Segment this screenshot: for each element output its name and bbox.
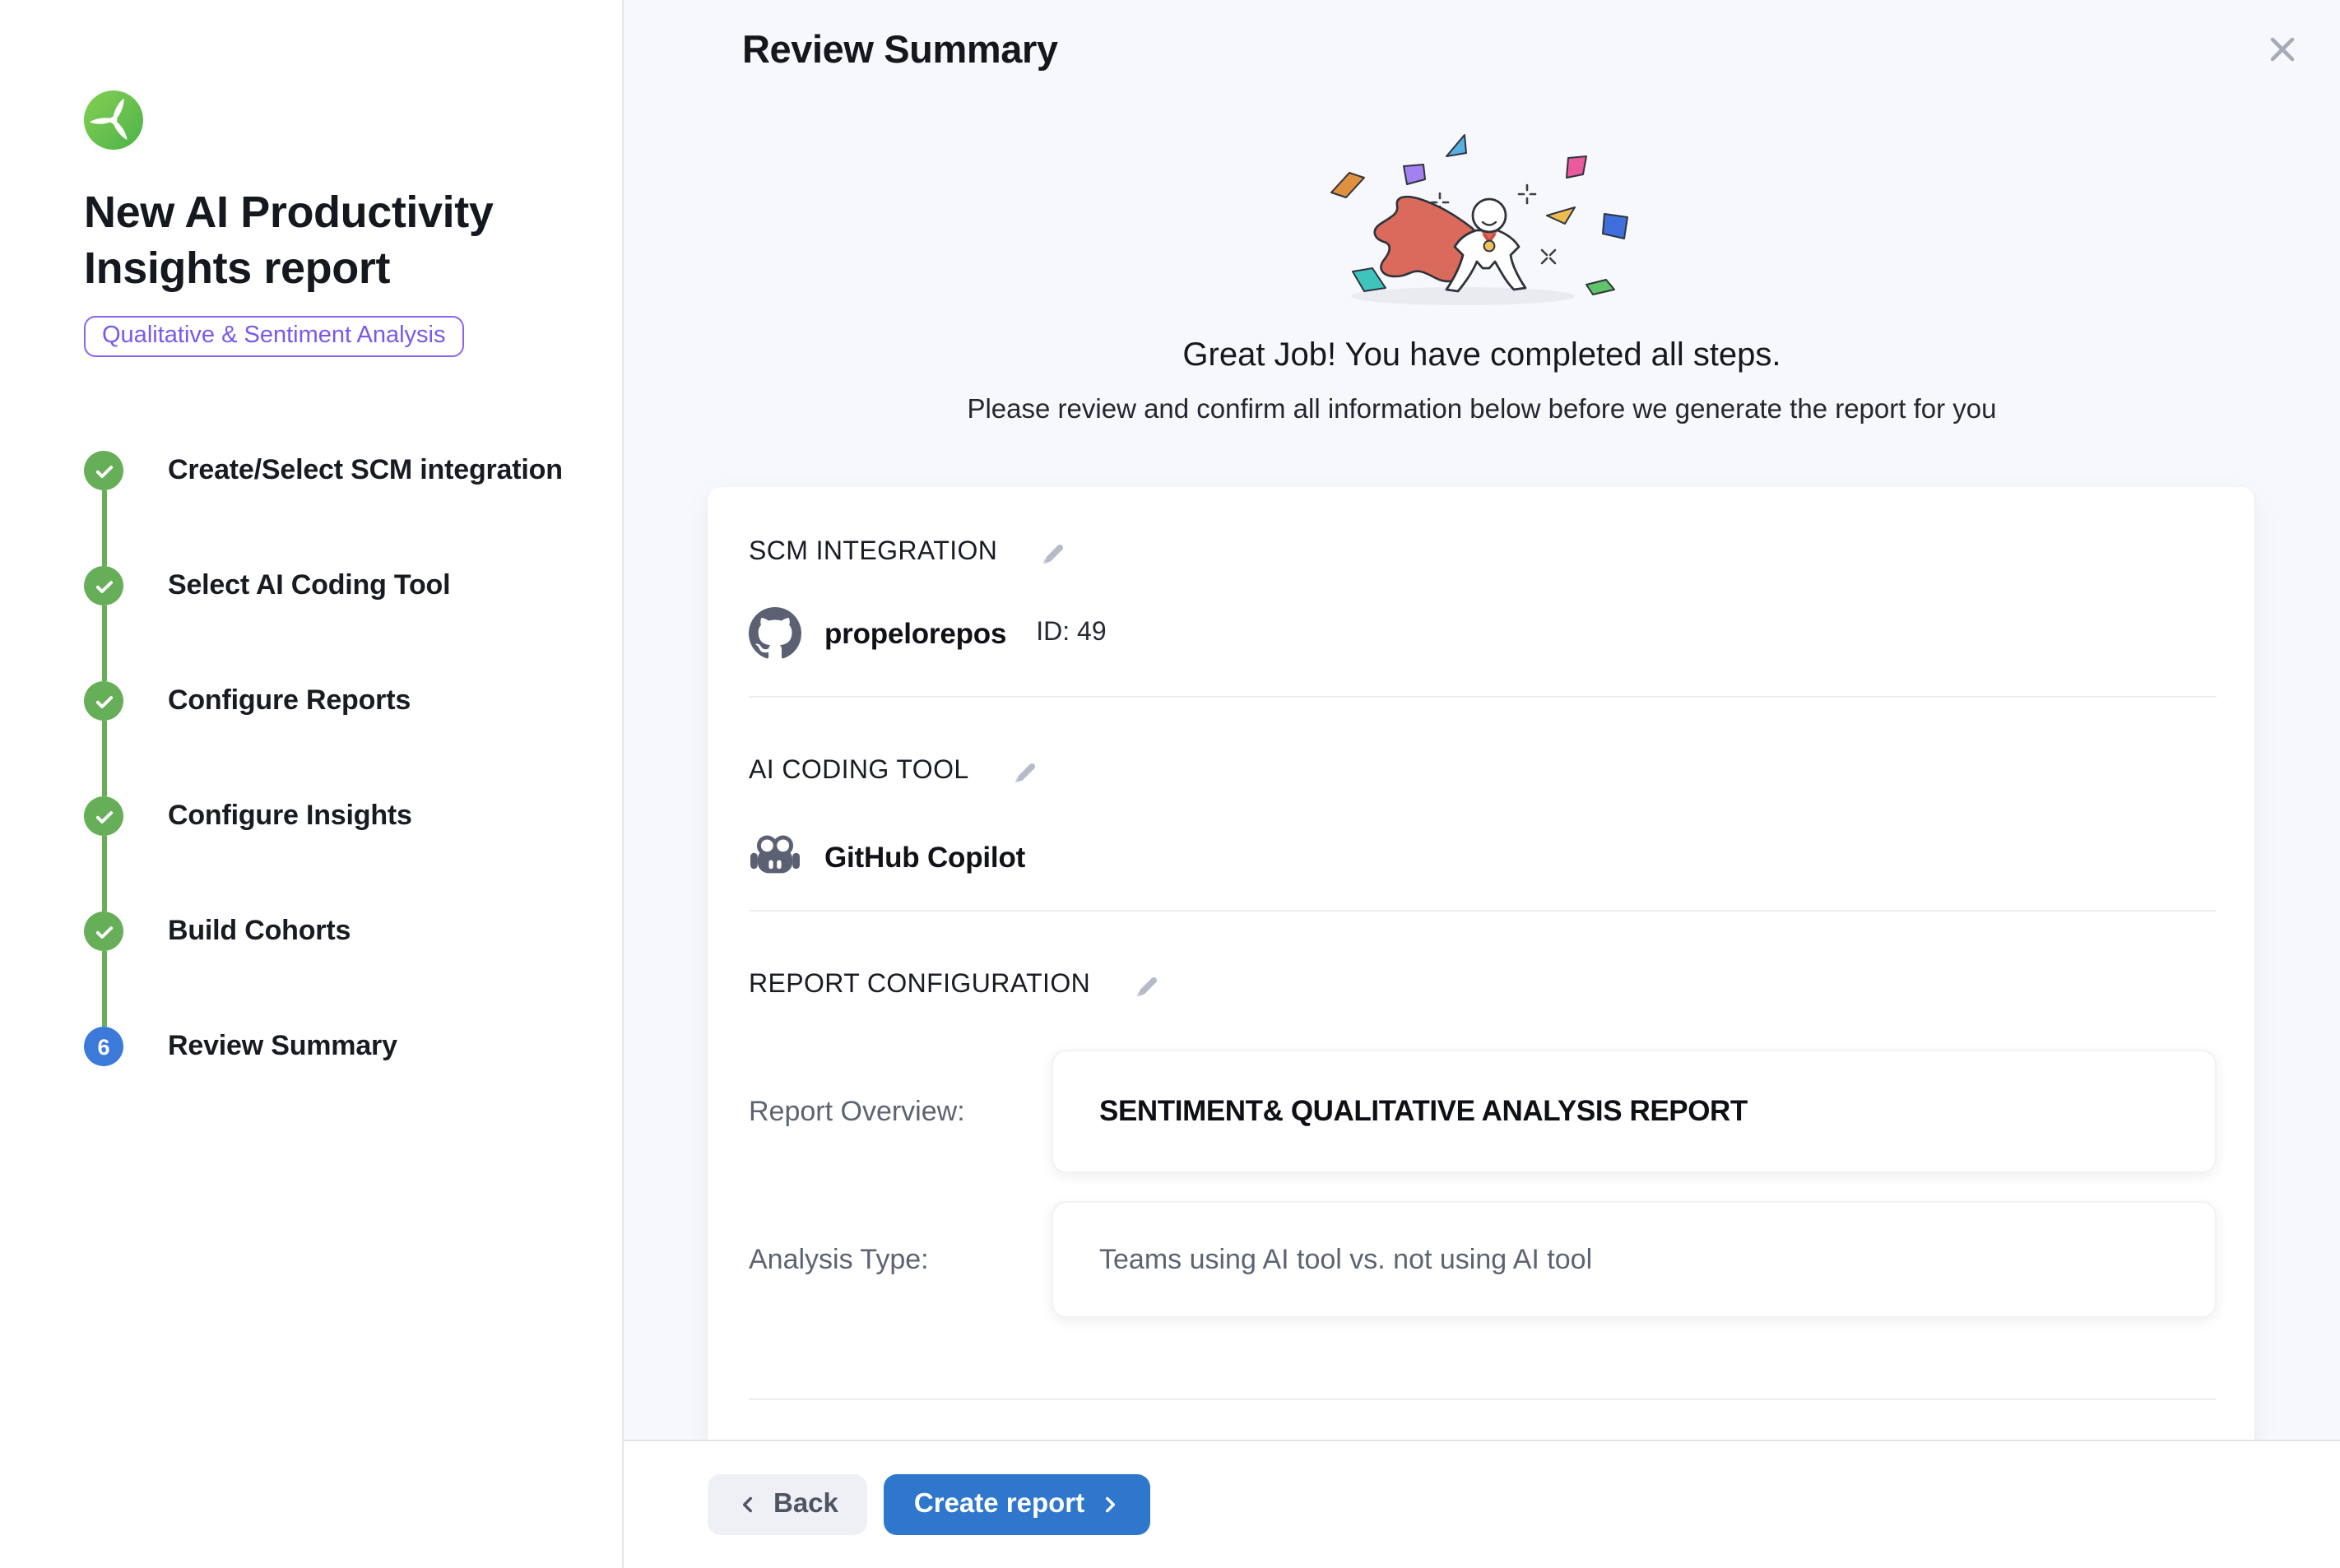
step-complete-check-icon [84, 451, 123, 490]
step-label: Build Cohorts [168, 915, 351, 948]
github-icon [749, 607, 801, 660]
create-report-button[interactable]: Create report [884, 1474, 1150, 1535]
chevron-left-icon [737, 1494, 759, 1515]
report-overview-value: SENTIMENT& QUALITATIVE ANALYSIS REPORT [1099, 1094, 1748, 1129]
analysis-type-badge: Qualitative & Sentiment Analysis [84, 316, 464, 357]
step-label: Review Summary [168, 1030, 397, 1063]
congrats-subtitle: Please review and confirm all informatio… [624, 395, 2340, 426]
scm-repo-name: propelorepos [824, 616, 1006, 651]
step-configure-insights[interactable]: Configure Insights [84, 796, 589, 836]
report-configuration-rows: Report Overview: SENTIMENT& QUALITATIVE … [749, 1050, 2217, 1318]
wizard-sidebar: New AI Productivity Insights report Qual… [0, 0, 624, 1568]
step-label: Configure Reports [168, 684, 411, 717]
wizard-steps: Create/Select SCM integration Select AI … [84, 451, 589, 1066]
step-complete-check-icon [84, 566, 123, 605]
section-divider [749, 910, 2217, 912]
step-number-badge: 6 [84, 1027, 123, 1066]
scm-repo-id: ID: 49 [1036, 619, 1106, 648]
ai-tool-value-row: GitHub Copilot [749, 833, 2217, 882]
report-wizard-window: New AI Productivity Insights report Qual… [0, 0, 2340, 1568]
close-icon[interactable] [2264, 31, 2301, 67]
celebration-hero-illustration [1317, 130, 1646, 314]
analysis-type-value-box: Teams using AI tool vs. not using AI too… [1052, 1201, 2217, 1318]
step-label: Select AI Coding Tool [168, 569, 450, 602]
report-overview-value-box: SENTIMENT& QUALITATIVE ANALYSIS REPORT [1052, 1050, 2217, 1173]
scm-integration-section-label: SCM INTEGRATION [749, 538, 997, 568]
brand-propeller-logo-icon [84, 90, 143, 150]
section-divider [749, 696, 2217, 698]
step-label: Configure Insights [168, 800, 412, 833]
report-overview-row: Report Overview: SENTIMENT& QUALITATIVE … [749, 1050, 2217, 1173]
step-build-cohorts[interactable]: Build Cohorts [84, 912, 589, 951]
edit-scm-pencil-icon[interactable] [1038, 539, 1066, 567]
step-complete-check-icon [84, 681, 123, 721]
ai-tool-name: GitHub Copilot [824, 840, 1025, 874]
chevron-right-icon [1099, 1494, 1121, 1515]
step-create-select-scm-integration[interactable]: Create/Select SCM integration [84, 451, 589, 490]
review-summary-panel: Review Summary [624, 0, 2340, 1568]
step-complete-check-icon [84, 796, 123, 836]
github-copilot-icon [749, 833, 801, 882]
edit-tool-pencil-icon[interactable] [1010, 758, 1038, 786]
edit-report-config-pencil-icon[interactable] [1131, 972, 1159, 1000]
step-configure-reports[interactable]: Configure Reports [84, 681, 589, 721]
analysis-type-label: Analysis Type: [749, 1243, 1052, 1276]
step-complete-check-icon [84, 912, 123, 951]
analysis-type-value: Teams using AI tool vs. not using AI too… [1099, 1243, 1592, 1276]
report-configuration-section-label: REPORT CONFIGURATION [749, 971, 1090, 1000]
ai-coding-tool-section-label: AI CODING TOOL [749, 757, 969, 786]
scm-integration-value-row: propelorepos ID: 49 [749, 607, 2217, 660]
wizard-footer: Back Create report [624, 1440, 2340, 1568]
analysis-type-row: Analysis Type: Teams using AI tool vs. n… [749, 1201, 2217, 1318]
step-select-ai-coding-tool[interactable]: Select AI Coding Tool [84, 566, 589, 605]
summary-card: SCM INTEGRATION propelorepos ID: 49 AI C… [708, 487, 2254, 1540]
report-overview-label: Report Overview: [749, 1095, 1052, 1128]
wizard-title: New AI Productivity Insights report [84, 184, 586, 296]
congrats-title: Great Job! You have completed all steps. [624, 337, 2340, 375]
page-title: Review Summary [624, 0, 2340, 72]
back-button[interactable]: Back [708, 1474, 868, 1535]
section-divider [749, 1399, 2217, 1400]
step-label: Create/Select SCM integration [168, 454, 563, 487]
step-review-summary-current[interactable]: 6 Review Summary [84, 1027, 589, 1066]
